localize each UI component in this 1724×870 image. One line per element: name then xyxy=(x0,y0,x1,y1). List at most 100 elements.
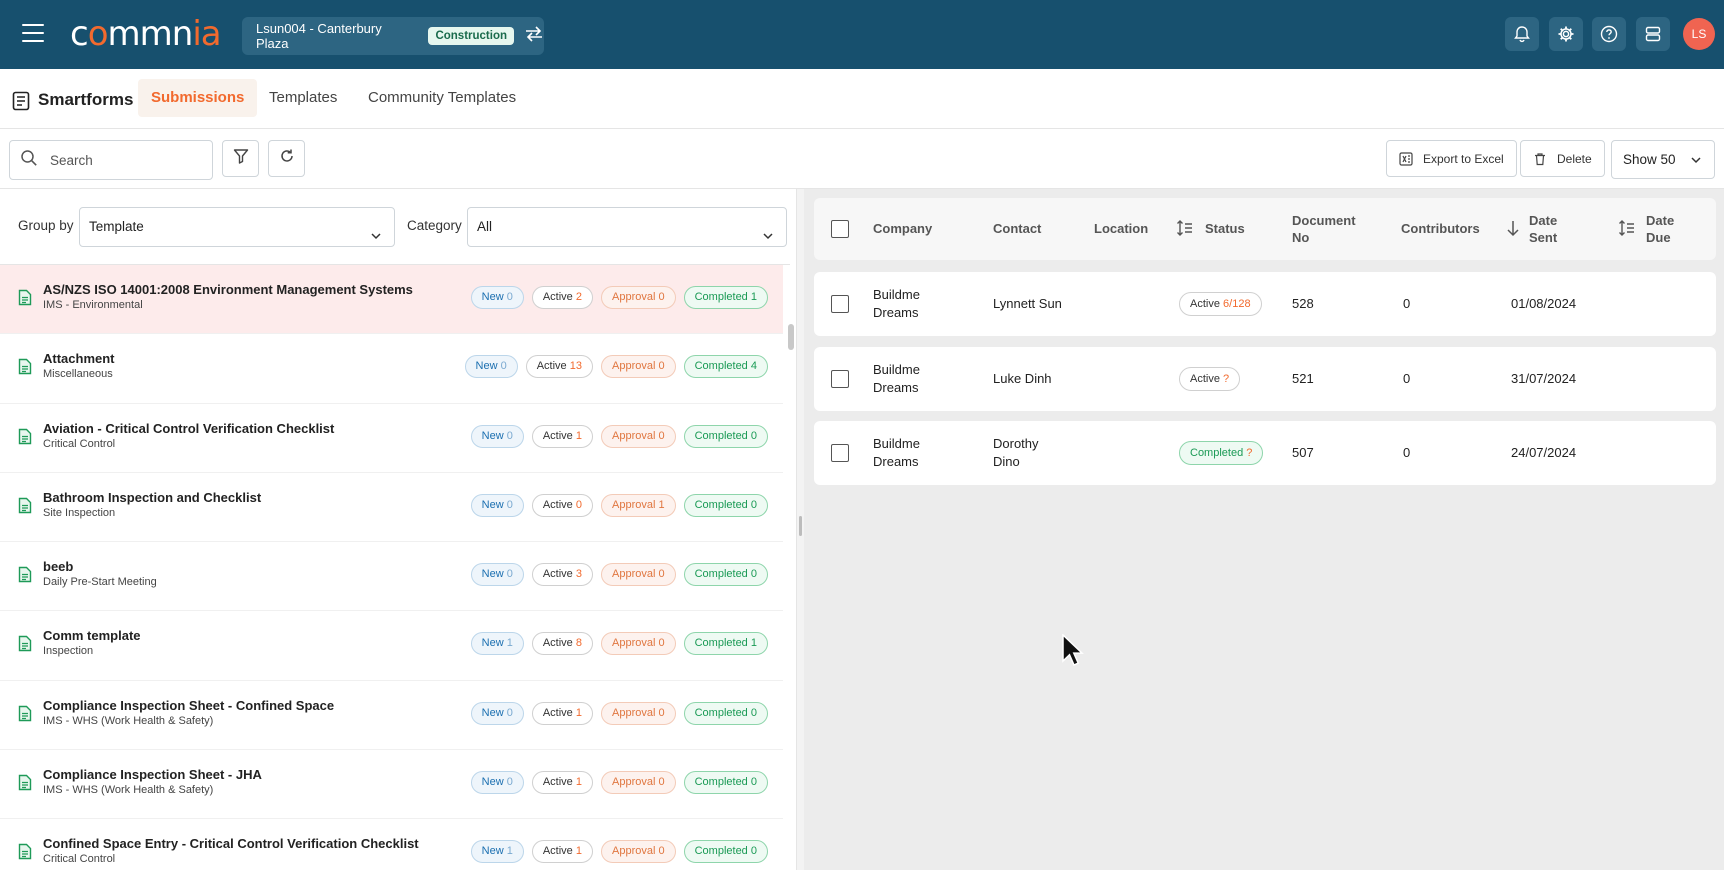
active-count-pill[interactable]: Active 1 xyxy=(531,701,593,725)
hamburger-menu-icon[interactable] xyxy=(22,24,44,42)
search-input[interactable] xyxy=(50,152,190,168)
status-badge[interactable]: Completed ? xyxy=(1179,441,1264,465)
template-row[interactable]: Compliance Inspection Sheet - JHA IMS - W… xyxy=(0,750,783,820)
tab-templates[interactable]: Templates xyxy=(256,79,350,117)
project-selector[interactable]: Lsun004 - Canterbury Plaza Construction xyxy=(242,17,544,55)
approval-count-pill[interactable]: Approval 0 xyxy=(601,840,676,864)
help-icon[interactable] xyxy=(1592,17,1626,51)
active-count-pill[interactable]: Active 1 xyxy=(531,771,593,795)
active-count-pill[interactable]: Active 13 xyxy=(525,355,593,379)
row-checkbox[interactable] xyxy=(831,444,849,462)
resize-grip[interactable] xyxy=(799,516,802,536)
completed-count-pill[interactable]: Completed 0 xyxy=(683,493,768,517)
approval-count-pill[interactable]: Approval 0 xyxy=(601,632,676,656)
pill-count: 0 xyxy=(658,776,665,789)
table-row[interactable]: Buildme Dreams Luke Dinh Active ? 521 0 3… xyxy=(814,347,1716,411)
new-count-pill[interactable]: New 0 xyxy=(470,493,524,517)
refresh-button[interactable] xyxy=(268,140,305,177)
page-size-select[interactable]: Show 50 xyxy=(1611,140,1715,179)
completed-count-pill[interactable]: Completed 0 xyxy=(683,701,768,725)
new-count-pill[interactable]: New 0 xyxy=(470,424,524,448)
row-checkbox[interactable] xyxy=(831,370,849,388)
row-checkbox[interactable] xyxy=(831,295,849,313)
sort-icon[interactable] xyxy=(1618,219,1636,242)
template-row[interactable]: Aviation - Critical Control Verification… xyxy=(0,404,783,473)
new-count-pill[interactable]: New 1 xyxy=(470,840,524,864)
template-row[interactable]: Compliance Inspection Sheet - Confined S… xyxy=(0,681,783,751)
status-badge[interactable]: Active 6/128 xyxy=(1179,292,1262,316)
tab-submissions[interactable]: Submissions xyxy=(138,79,258,117)
approval-count-pill[interactable]: Approval 0 xyxy=(601,701,676,725)
sort-icon[interactable] xyxy=(1176,219,1194,242)
table-row[interactable]: Buildme Dreams Dorothy Dino Completed ? 50… xyxy=(814,421,1716,485)
filter-button[interactable] xyxy=(222,140,259,177)
new-count-pill[interactable]: New 0 xyxy=(470,286,524,309)
col-date-sent[interactable]: Date Sent xyxy=(1529,212,1557,246)
pill-label: Approval xyxy=(612,498,656,511)
active-count-pill[interactable]: Active 1 xyxy=(531,424,593,448)
active-count-pill[interactable]: Active 0 xyxy=(531,493,593,517)
approval-count-pill[interactable]: Approval 0 xyxy=(601,424,676,448)
new-count-pill[interactable]: New 1 xyxy=(470,632,524,656)
tab-community-templates[interactable]: Community Templates xyxy=(355,79,529,117)
swap-icon[interactable] xyxy=(524,25,544,47)
category-select[interactable]: All xyxy=(467,207,787,247)
table-row[interactable]: Buildme Dreams Lynnett Sun Active 6/128 5… xyxy=(814,272,1716,336)
completed-count-pill[interactable]: Completed 0 xyxy=(683,771,768,795)
new-count-pill[interactable]: New 0 xyxy=(470,563,524,587)
document-icon xyxy=(18,358,32,380)
template-row[interactable]: Comm template Inspection New 1 Active 8 Appr… xyxy=(0,611,783,681)
new-count-pill[interactable]: New 0 xyxy=(464,355,518,379)
new-count-pill[interactable]: New 0 xyxy=(470,701,524,725)
pill-label: Approval xyxy=(612,291,656,303)
list-scrollbar[interactable] xyxy=(788,324,794,350)
template-row[interactable]: Bathroom Inspection and Checklist Site In… xyxy=(0,473,783,543)
bell-icon[interactable] xyxy=(1505,17,1539,51)
active-count-pill[interactable]: Active 8 xyxy=(531,632,593,656)
app-logo[interactable]: commnia xyxy=(70,14,222,54)
delete-button[interactable]: Delete xyxy=(1520,140,1605,177)
pill-label: Approval xyxy=(612,568,656,581)
pill-count: 0 xyxy=(750,429,757,442)
gear-icon[interactable] xyxy=(1549,17,1583,51)
completed-count-pill[interactable]: Completed 0 xyxy=(683,424,768,448)
col-contributors[interactable]: Contributors xyxy=(1401,220,1480,237)
panel-resize-handle[interactable] xyxy=(796,189,804,870)
pill-count: 0 xyxy=(658,637,665,650)
search-box[interactable] xyxy=(9,140,213,180)
col-company[interactable]: Company xyxy=(873,220,932,237)
cell-company: Buildme Dreams xyxy=(873,286,920,322)
server-icon[interactable] xyxy=(1636,17,1670,51)
template-row[interactable]: Attachment Miscellaneous New 0 Active 13 App… xyxy=(0,334,783,404)
template-row[interactable]: beeb Daily Pre-Start Meeting New 0 Active 3… xyxy=(0,542,783,612)
cell-date-sent: 01/08/2024 xyxy=(1511,296,1577,311)
sort-down-icon[interactable] xyxy=(1505,219,1521,242)
col-contact[interactable]: Contact xyxy=(993,220,1041,237)
active-count-pill[interactable]: Active 2 xyxy=(531,286,593,309)
col-location[interactable]: Location xyxy=(1094,220,1148,237)
template-row[interactable]: Confined Space Entry - Critical Control … xyxy=(0,819,783,870)
active-count-pill[interactable]: Active 3 xyxy=(531,563,593,587)
select-all-checkbox[interactable] xyxy=(831,220,849,238)
col-date-due[interactable]: Date Due xyxy=(1646,212,1674,246)
group-by-select[interactable]: Template xyxy=(79,207,395,247)
completed-count-pill[interactable]: Completed 1 xyxy=(683,286,768,309)
approval-count-pill[interactable]: Approval 0 xyxy=(601,286,676,309)
new-count-pill[interactable]: New 0 xyxy=(470,771,524,795)
approval-count-pill[interactable]: Approval 1 xyxy=(601,493,676,517)
approval-count-pill[interactable]: Approval 0 xyxy=(601,355,676,379)
status-badge[interactable]: Active ? xyxy=(1179,367,1241,391)
template-row[interactable]: AS/NZS ISO 14001:2008 Environment Manage… xyxy=(0,265,783,335)
user-avatar[interactable]: LS xyxy=(1683,18,1715,50)
col-document-no[interactable]: Document No xyxy=(1292,212,1356,246)
approval-count-pill[interactable]: Approval 0 xyxy=(601,771,676,795)
export-to-excel-button[interactable]: Export to Excel xyxy=(1386,140,1517,177)
approval-count-pill[interactable]: Approval 0 xyxy=(601,563,676,587)
delete-label: Delete xyxy=(1557,151,1592,166)
completed-count-pill[interactable]: Completed 0 xyxy=(683,840,768,864)
completed-count-pill[interactable]: Completed 0 xyxy=(683,563,768,587)
completed-count-pill[interactable]: Completed 1 xyxy=(683,632,768,656)
col-status[interactable]: Status xyxy=(1205,220,1245,237)
active-count-pill[interactable]: Active 1 xyxy=(531,840,593,864)
completed-count-pill[interactable]: Completed 4 xyxy=(683,355,768,379)
